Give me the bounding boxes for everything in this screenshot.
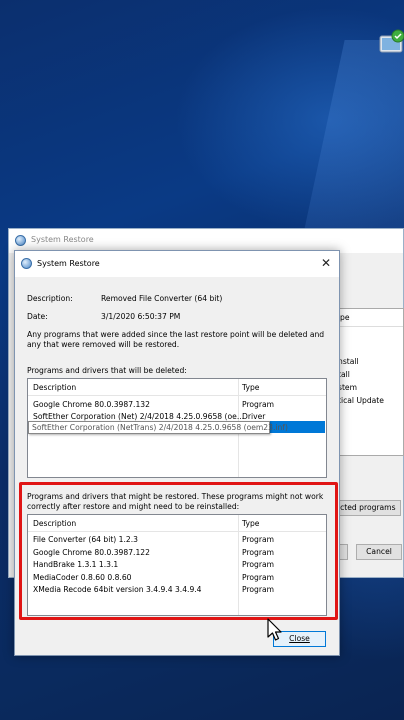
system-restore-large-icon: [379, 29, 404, 53]
date-value: 3/1/2020 6:50:37 PM: [101, 312, 181, 321]
background-list-item[interactable]: stem: [338, 383, 357, 392]
background-list-header: pe: [340, 313, 350, 322]
description-value: Removed File Converter (64 bit): [101, 294, 223, 303]
row-type: Driver: [242, 412, 266, 421]
deleted-list-header: Description Type: [28, 379, 326, 396]
description-label: Description:: [27, 294, 73, 303]
system-restore-icon: [15, 235, 26, 246]
column-header-description[interactable]: Description: [33, 383, 76, 392]
row-type: Program: [242, 400, 275, 409]
dragged-row-ghost[interactable]: SoftEther Corporation (NetTrans) 2/4/201…: [28, 421, 326, 434]
background-list-item[interactable]: nstall: [338, 357, 359, 366]
background-cancel-button[interactable]: Cancel: [356, 544, 402, 560]
restore-info-text: Any programs that were added since the l…: [27, 330, 325, 349]
mouse-cursor-icon: [267, 618, 282, 641]
row-description: Google Chrome 80.0.3987.132: [33, 400, 150, 409]
close-icon[interactable]: ✕: [319, 256, 333, 270]
system-restore-icon: [21, 258, 32, 269]
column-header-type[interactable]: Type: [242, 383, 259, 392]
background-window-title: System Restore: [31, 235, 94, 244]
deleted-programs-caption: Programs and drivers that will be delete…: [27, 366, 187, 375]
date-label: Date:: [27, 312, 48, 321]
row-description: SoftEther Corporation (Net) 2/4/2018 4.2…: [33, 412, 245, 421]
scan-affected-programs-button[interactable]: ected programs: [330, 500, 401, 516]
dialog-titlebar[interactable]: System Restore ✕: [15, 251, 339, 277]
dragged-row-text: SoftEther Corporation (NetTrans) 2/4/201…: [28, 421, 288, 434]
dialog-title: System Restore: [37, 259, 100, 268]
close-button-label: Close: [289, 634, 310, 643]
background-list-item[interactable]: tical Update: [338, 396, 384, 405]
background-affected-list[interactable]: pe nstall tall stem tical Update: [331, 308, 404, 456]
annotation-highlight-box: [19, 482, 338, 620]
table-row[interactable]: Google Chrome 80.0.3987.132 Program: [28, 399, 326, 411]
